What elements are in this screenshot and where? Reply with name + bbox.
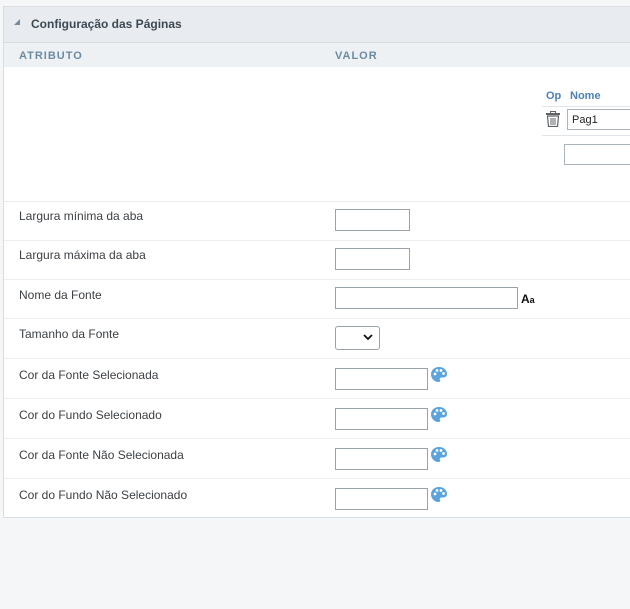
row-unselected-font-color: Cor da Fonte Não Selecionada [4,439,630,479]
panel-title: Configuração das Páginas [31,17,182,31]
field-label: Largura máxima da aba [19,248,146,262]
grid-header-op: Op [546,90,562,102]
row-max-tab-width: Largura máxima da aba [4,241,630,280]
font-size-select[interactable] [335,326,380,350]
selected-font-color-input[interactable] [335,368,428,390]
pages-grid-area: Op Nome [4,68,630,202]
row-selected-font-color: Cor da Fonte Selecionada [4,359,630,399]
chevron-down-icon [363,334,373,341]
row-unselected-bg-color: Cor do Fundo Não Selecionado [4,479,630,517]
field-label: Tamanho da Fonte [19,327,120,341]
grid-header-name: Nome [570,90,601,102]
unselected-bg-color-input[interactable] [335,488,428,510]
trash-icon[interactable] [545,111,561,128]
collapse-triangle-icon[interactable] [14,19,20,25]
page-name-input[interactable] [567,109,630,130]
page-config-panel: Configuração das Páginas ATRIBUTO VALOR … [3,6,630,518]
font-name-input[interactable] [335,287,518,309]
grid-divider [542,135,630,136]
column-header-row: ATRIBUTO VALOR [4,43,630,67]
color-palette-icon[interactable] [430,366,448,384]
field-label: Cor do Fundo Selecionado [19,408,162,422]
min-tab-width-input[interactable] [335,209,410,231]
panel-header[interactable]: Configuração das Páginas [4,7,630,43]
unselected-font-color-input[interactable] [335,448,428,470]
column-header-value: VALOR [335,50,378,62]
field-label: Cor da Fonte Selecionada [19,368,159,382]
row-selected-bg-color: Cor do Fundo Selecionado [4,399,630,439]
color-palette-icon[interactable] [430,406,448,424]
selected-bg-color-input[interactable] [335,408,428,430]
row-font-size: Tamanho da Fonte [4,319,630,359]
pages-grid-header: Op Nome [542,86,630,107]
field-label: Largura mínima da aba [19,209,144,223]
row-font-name: Nome da Fonte Aa [4,280,630,319]
max-tab-width-input[interactable] [335,248,410,270]
new-page-name-input[interactable] [564,144,630,165]
column-header-attribute: ATRIBUTO [19,50,83,62]
font-picker-icon[interactable]: Aa [521,292,535,306]
color-palette-icon[interactable] [430,446,448,464]
field-label: Cor da Fonte Não Selecionada [19,448,184,462]
field-label: Cor do Fundo Não Selecionado [19,488,188,502]
row-min-tab-width: Largura mínima da aba [4,202,630,241]
color-palette-icon[interactable] [430,486,448,504]
field-label: Nome da Fonte [19,288,102,302]
